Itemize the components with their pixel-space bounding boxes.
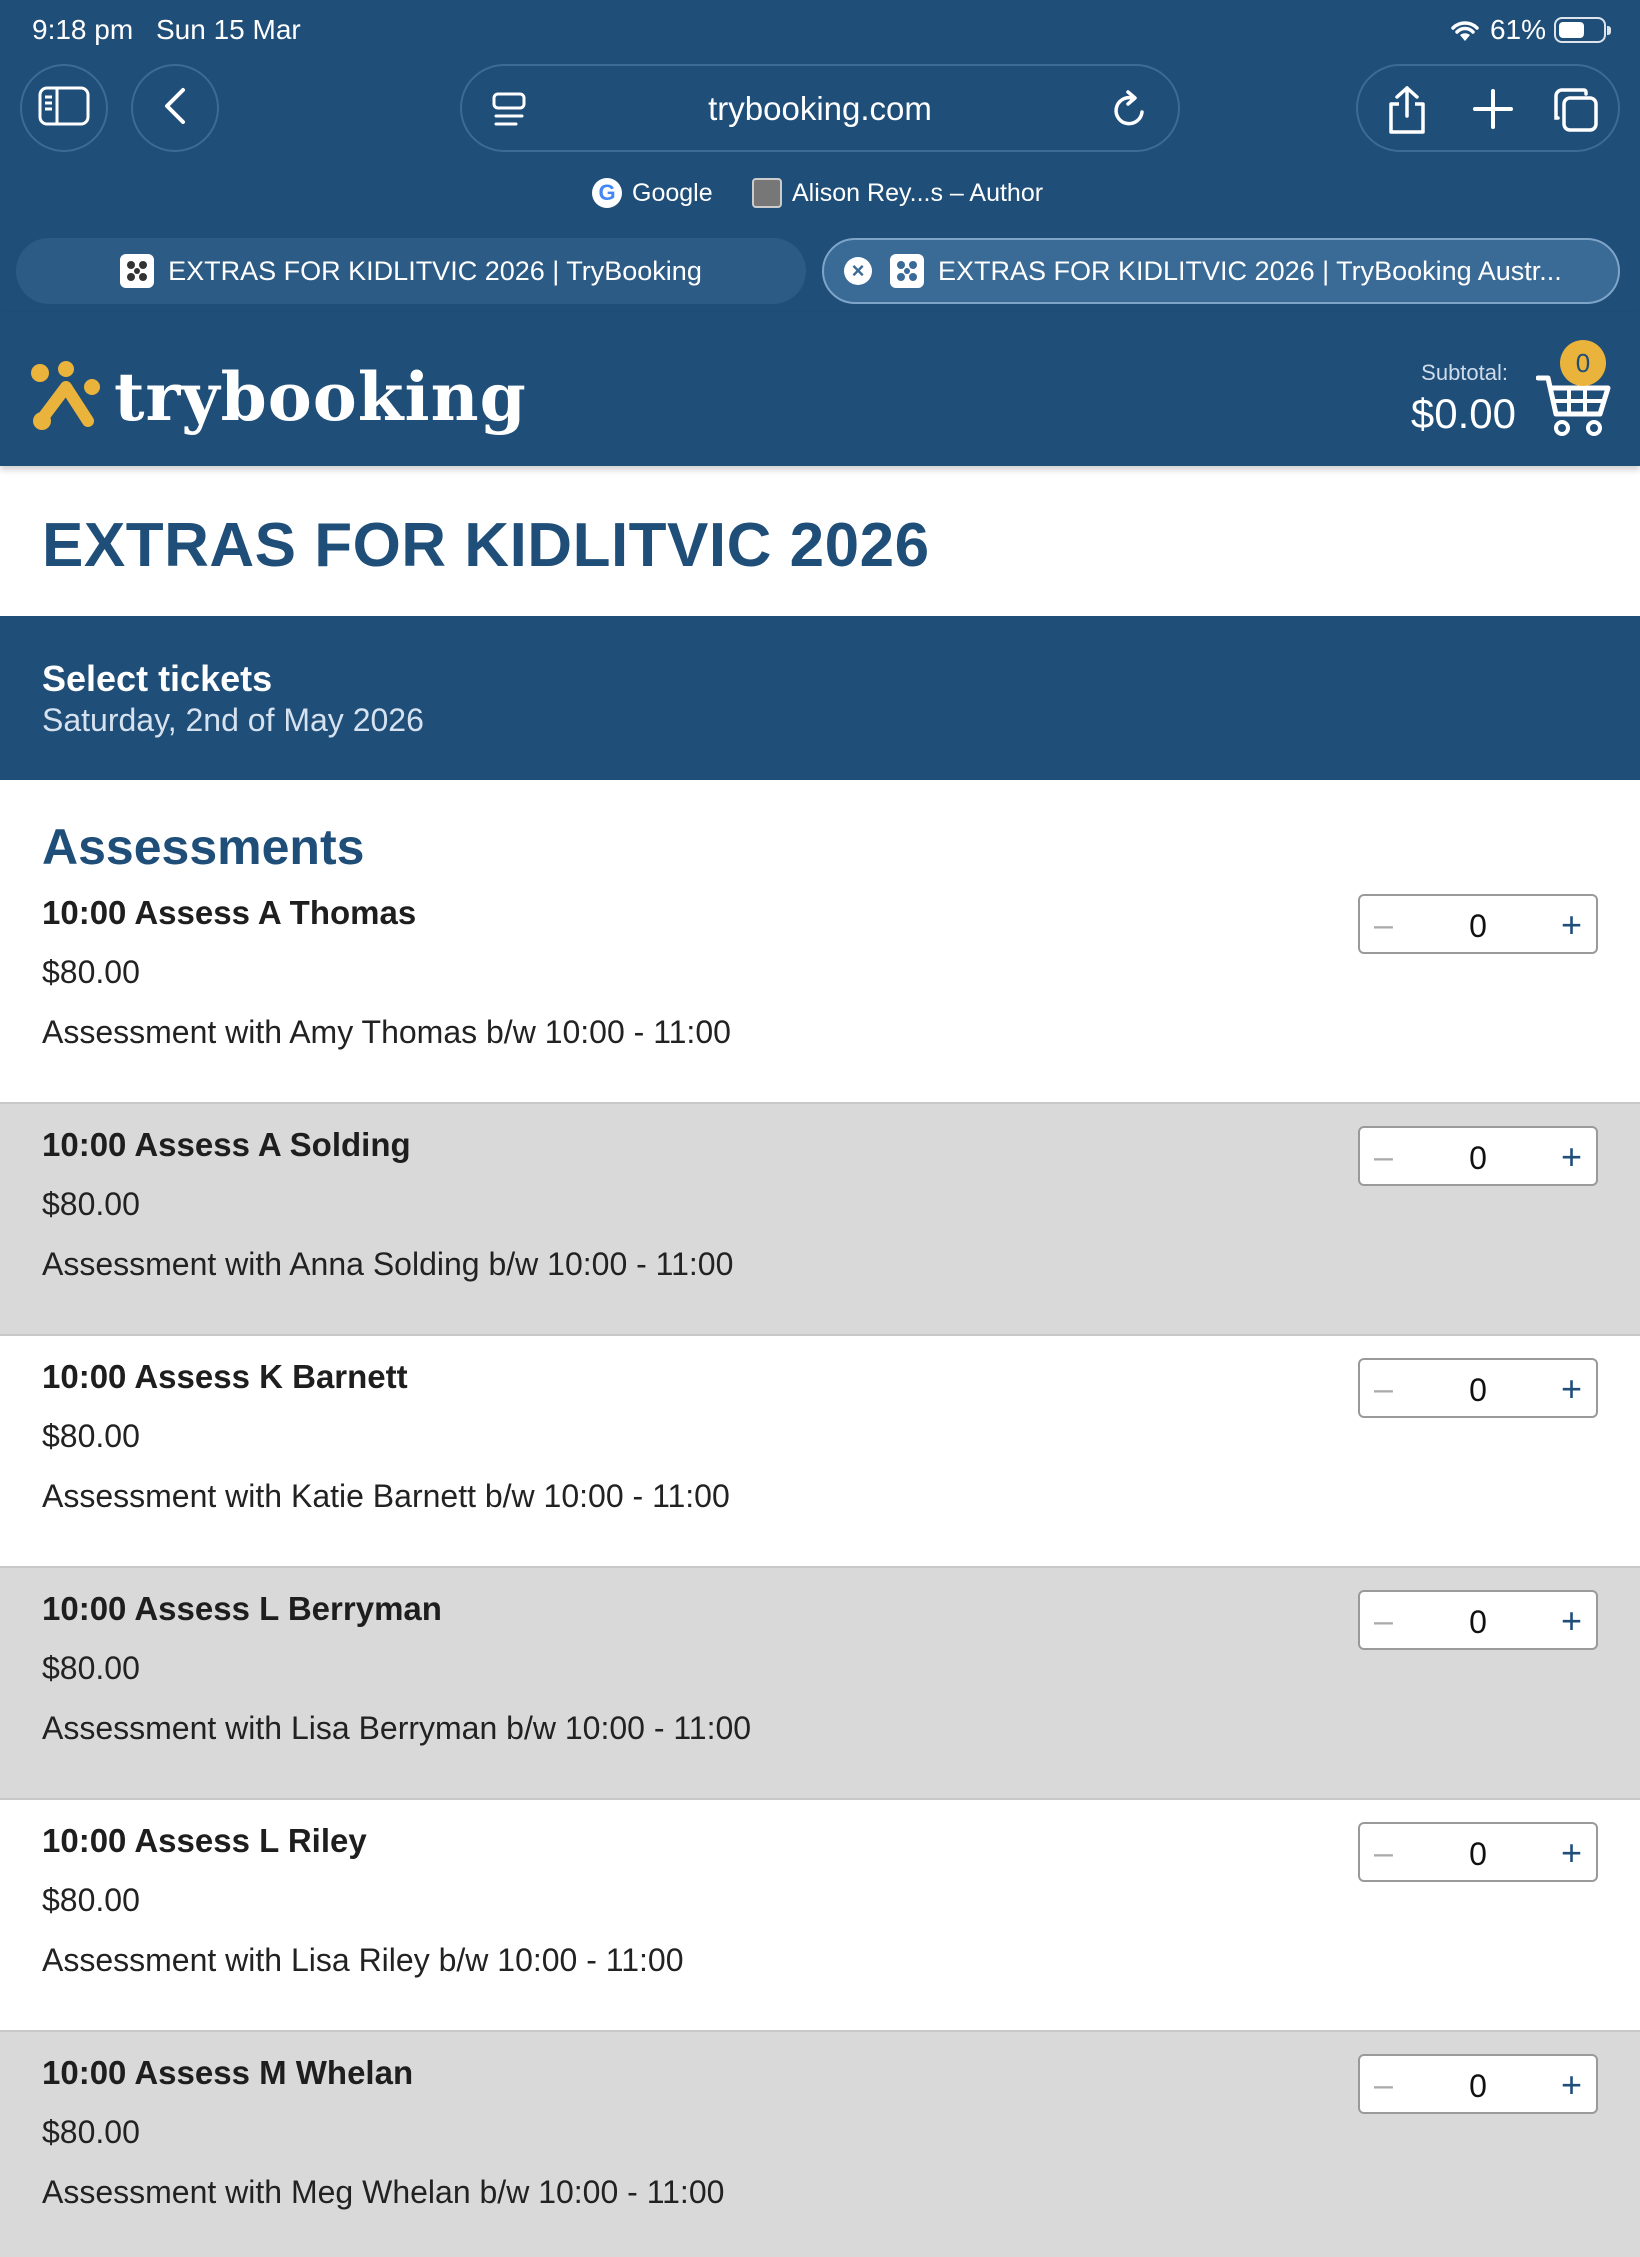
favorite-label: Alison Rey...s – Author — [792, 178, 1044, 207]
quantity-stepper: –0 + — [1358, 1590, 1598, 1650]
favorite-google[interactable]: G Google — [592, 178, 713, 208]
increment-button[interactable]: + — [1561, 1832, 1582, 1874]
ticket-price: $80.00 — [42, 1882, 140, 1918]
close-tab-icon[interactable]: × — [844, 257, 872, 285]
status-indicators: 61% — [1448, 14, 1611, 46]
subtotal-value: $0.00 — [1410, 390, 1516, 437]
favorites-bar: G Google Alison Rey...s – Author — [0, 174, 1640, 214]
avatar-icon — [752, 178, 782, 208]
reload-icon[interactable] — [1110, 88, 1150, 135]
ticket-row: 10:00 Assess K Barnett $80.00 Assessment w… — [0, 1336, 1640, 1568]
status-date: Sun 15 Mar — [156, 14, 301, 45]
ticket-description: Assessment with Amy Thomas b/w 10:00 - 1… — [42, 1014, 731, 1050]
increment-button[interactable]: + — [1561, 1600, 1582, 1642]
wifi-icon — [1448, 17, 1482, 43]
ticket-row: 10:00 Assess L Berryman $80.00 Assessment … — [0, 1568, 1640, 1800]
increment-button[interactable]: + — [1561, 904, 1582, 946]
ticket-price: $80.00 — [42, 1650, 140, 1686]
ticket-price: $80.00 — [42, 1186, 140, 1222]
ticket-name: 10:00 Assess A Solding — [42, 1126, 411, 1163]
ticket-price: $80.00 — [42, 1418, 140, 1454]
toolbar-actions — [1356, 64, 1620, 152]
trybooking-logo[interactable]: trybooking — [28, 358, 527, 436]
select-tickets-banner: Select tickets Saturday, 2nd of May 2026 — [0, 616, 1640, 780]
url-text: trybooking.com — [708, 90, 932, 127]
sidebar-icon — [38, 86, 90, 131]
ticket-name: 10:00 Assess L Berryman — [42, 1590, 442, 1627]
select-tickets-heading: Select tickets — [42, 658, 273, 699]
quantity-stepper: –0 + — [1358, 1822, 1598, 1882]
back-button[interactable] — [131, 64, 219, 152]
ticket-description: Assessment with Katie Barnett b/w 10:00 … — [42, 1478, 730, 1514]
tabs-overview-icon[interactable] — [1552, 86, 1600, 139]
ticket-name: 10:00 Assess K Barnett — [42, 1358, 408, 1395]
address-bar[interactable]: trybooking.com — [460, 64, 1180, 152]
ticket-price: $80.00 — [42, 954, 140, 990]
section-title: Assessments — [42, 819, 365, 875]
tab-trybooking-1[interactable]: EXTRAS FOR KIDLITVIC 2026 | TryBooking — [16, 238, 806, 304]
ticket-row: 10:00 Assess M Whelan $80.00 Assessment wi… — [0, 2032, 1640, 2257]
status-bar: 9:18 pm Sun 15 Mar 61% — [0, 0, 1640, 62]
subtotal-label: Subtotal: — [1421, 360, 1508, 385]
battery-icon — [1554, 17, 1611, 43]
increment-button[interactable]: + — [1561, 1136, 1582, 1178]
event-date: Saturday, 2nd of May 2026 — [42, 702, 424, 738]
ticket-name: 10:00 Assess M Whelan — [42, 2054, 414, 2091]
ticket-description: Assessment with Meg Whelan b/w 10:00 - 1… — [42, 2174, 725, 2210]
browser-chrome: 9:18 pm Sun 15 Mar 61% trybooking.com G … — [0, 0, 1640, 312]
trybooking-favicon-icon — [890, 254, 924, 288]
tab-label: EXTRAS FOR KIDLITVIC 2026 | TryBooking — [168, 255, 702, 286]
quantity-stepper: –0 + — [1358, 894, 1598, 954]
ticket-price: $80.00 — [42, 2114, 140, 2150]
tab-trybooking-2-active[interactable]: × EXTRAS FOR KIDLITVIC 2026 | TryBooking… — [822, 238, 1620, 304]
trybooking-logo-icon — [28, 359, 104, 435]
increment-button[interactable]: + — [1561, 1368, 1582, 1410]
ticket-name: 10:00 Assess A Thomas — [42, 894, 417, 931]
chevron-left-icon — [161, 86, 189, 131]
google-icon: G — [592, 178, 622, 208]
ticket-description: Assessment with Lisa Berryman b/w 10:00 … — [42, 1710, 752, 1746]
favorite-author[interactable]: Alison Rey...s – Author — [752, 178, 1043, 208]
cart-count-badge: 0 — [1560, 340, 1606, 386]
sidebar-toggle-button[interactable] — [20, 64, 108, 152]
tab-label: EXTRAS FOR KIDLITVIC 2026 | TryBooking A… — [938, 255, 1562, 286]
site-header: trybooking Subtotal: $0.00 0 — [0, 312, 1640, 466]
status-time: 9:18 pm — [32, 14, 134, 45]
ticket-description: Assessment with Anna Solding b/w 10:00 -… — [42, 1246, 734, 1282]
quantity-stepper: –0 + — [1358, 2054, 1598, 2114]
new-tab-icon[interactable] — [1472, 88, 1514, 135]
favorite-label: Google — [632, 178, 713, 207]
ticket-row: 10:00 Assess A Solding $80.00 Assessment w… — [0, 1104, 1640, 1336]
increment-button[interactable]: + — [1561, 2064, 1582, 2106]
trybooking-favicon-icon — [120, 254, 155, 288]
ticket-row: 10:00 Assess L Riley $80.00 Assessment wit… — [0, 1800, 1640, 2032]
logo-text: trybooking — [114, 358, 527, 436]
share-icon[interactable] — [1384, 84, 1430, 141]
quantity-stepper: –0 + — [1358, 1358, 1598, 1418]
event-title: EXTRAS FOR KIDLITVIC 2026 — [42, 511, 930, 580]
ticket-description: Assessment with Lisa Riley b/w 10:00 - 1… — [42, 1942, 684, 1978]
quantity-stepper: –0 + — [1358, 1126, 1598, 1186]
ticket-name: 10:00 Assess L Riley — [42, 1822, 367, 1859]
battery-percent: 61% — [1489, 14, 1546, 45]
